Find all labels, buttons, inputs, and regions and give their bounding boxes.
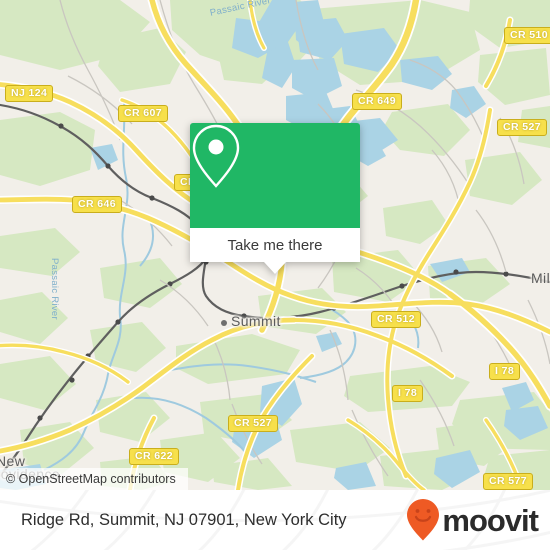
road-shield: CR 649 <box>352 93 403 110</box>
bottom-info-bar: Ridge Rd, Summit, NJ 07901, New York Cit… <box>0 490 550 550</box>
road-shield: I 78 <box>489 363 521 380</box>
moovit-wordmark: moovit <box>442 502 539 538</box>
popup-footer[interactable]: Take me there <box>190 228 360 274</box>
road-shield: CR 510 <box>504 27 550 44</box>
road-shield: CR 622 <box>129 448 180 465</box>
take-me-there-label: Take me there <box>227 236 323 254</box>
moovit-brand[interactable]: moovit <box>406 490 539 550</box>
road-shield: CR 512 <box>371 311 422 328</box>
road-shield: CR 527 <box>497 119 548 136</box>
popup-header <box>190 123 360 228</box>
popup-tail <box>264 262 286 274</box>
water-label: Passaic River <box>49 258 60 320</box>
map-pin-outline-icon <box>192 124 240 188</box>
place-dot <box>221 320 227 326</box>
location-popup-card[interactable]: Take me there <box>190 123 360 274</box>
osm-attribution[interactable]: © OpenStreetMap contributors <box>0 468 188 490</box>
place-label: Summit <box>231 313 281 329</box>
road-shield: CR 577 <box>483 473 534 490</box>
road-shield: NJ 124 <box>5 85 54 102</box>
road-shield: CR 527 <box>228 415 279 432</box>
road-shield: CR 607 <box>118 105 169 122</box>
place-label: Mil <box>531 270 550 286</box>
road-shield: I 78 <box>392 385 424 402</box>
screenshot-root: NJ 124 CR 607 CR 649 CR 510 CR 527 CR 646 CR 5… <box>0 0 550 550</box>
address-text: Ridge Rd, Summit, NJ 07901, New York Cit… <box>21 511 347 529</box>
moovit-pin-icon <box>407 499 440 541</box>
map-canvas[interactable]: NJ 124 CR 607 CR 649 CR 510 CR 527 CR 646 CR 5… <box>0 0 550 490</box>
road-shield: CR 646 <box>72 196 123 213</box>
